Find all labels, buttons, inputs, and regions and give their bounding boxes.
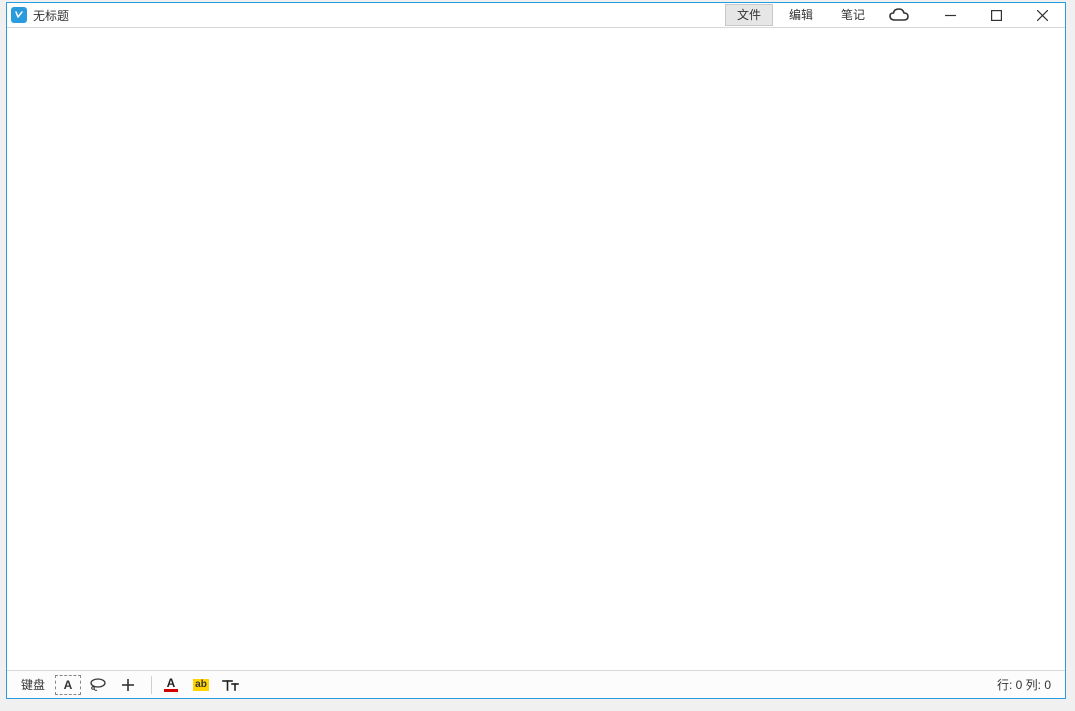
- highlight-icon: ab: [193, 679, 209, 691]
- maximize-button[interactable]: [973, 3, 1019, 27]
- window-title: 无标题: [33, 7, 69, 24]
- minimize-button[interactable]: [927, 3, 973, 27]
- text-select-tool[interactable]: A: [55, 675, 81, 695]
- app-icon: [11, 7, 27, 23]
- app-window: 无标题 文件 编辑 笔记: [6, 2, 1066, 699]
- font-color-letter: A: [167, 677, 176, 689]
- menu-edit[interactable]: 编辑: [777, 4, 825, 26]
- editor-area[interactable]: [7, 28, 1065, 670]
- bottom-toolbar: 键盘 A A ab: [7, 670, 1065, 698]
- toolbar-divider: [151, 676, 152, 694]
- font-color-button[interactable]: A: [158, 674, 184, 696]
- menu-bar: 文件 编辑 笔记: [723, 3, 919, 27]
- close-button[interactable]: [1019, 3, 1065, 27]
- window-controls: [927, 3, 1065, 27]
- menu-notes[interactable]: 笔记: [829, 4, 877, 26]
- text-size-button[interactable]: [218, 674, 244, 696]
- font-color-bar: [164, 689, 178, 692]
- lasso-tool-icon[interactable]: [85, 674, 111, 696]
- highlight-button[interactable]: ab: [188, 674, 214, 696]
- cloud-sync-icon[interactable]: [879, 3, 919, 27]
- add-button[interactable]: [115, 674, 141, 696]
- keyboard-button[interactable]: 键盘: [15, 674, 51, 696]
- cursor-position-status: 行: 0 列: 0: [997, 676, 1057, 693]
- title-bar: 无标题 文件 编辑 笔记: [7, 3, 1065, 28]
- menu-file[interactable]: 文件: [725, 4, 773, 26]
